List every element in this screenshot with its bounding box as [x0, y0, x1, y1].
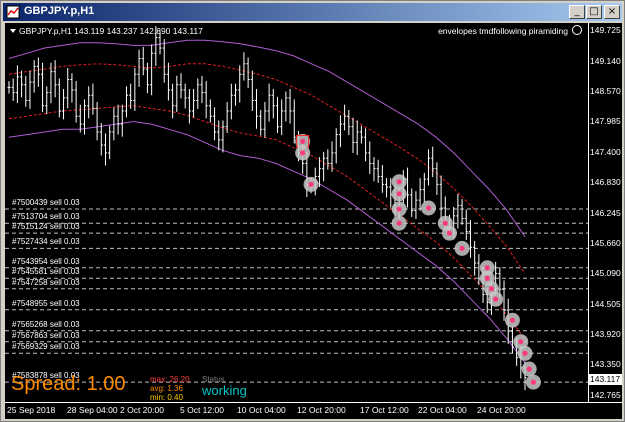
- order-label-11: #7569329 sell 0.03: [12, 342, 80, 352]
- ohlc-values: 143.119 143.237 142.890 143.117: [74, 26, 203, 36]
- current-price-label: 143.117: [589, 374, 622, 385]
- order-label-6: #7545581 sell 0.03: [12, 267, 80, 277]
- price-tick-10: 144.505: [590, 298, 621, 309]
- price-tick-9: 145.090: [590, 268, 621, 279]
- time-label-5: 10 Oct 04:00: [237, 405, 286, 415]
- indicator-name: envelopes tmdfollowing piramiding: [438, 26, 568, 36]
- entry-marker-dot-2: [300, 150, 306, 156]
- time-scale[interactable]: 25 Sep 2018 28 Sep 04:00 2 Oct 20:00 5 Oct …: [5, 402, 622, 419]
- symbol-info: GBPJPY.p,H1 143.119 143.237 142.890 143.…: [19, 26, 203, 36]
- dropdown-arrow-icon[interactable]: [10, 29, 16, 33]
- entry-marker-dot-1: [300, 138, 306, 144]
- entry-marker-dot-17: [518, 339, 524, 345]
- envelope-upper-line: [8, 39, 526, 238]
- chart-canvas[interactable]: [5, 23, 588, 402]
- spread-max: max: 26.20: [150, 375, 190, 384]
- spread-min: min: 0.40: [150, 393, 183, 402]
- order-label-1: #7500439 sell 0.03: [12, 198, 80, 208]
- window-title: GBPJPY.p,H1: [24, 5, 95, 17]
- entry-marker-dot-4: [396, 179, 402, 185]
- time-label-8: 22 Oct 04:00: [418, 405, 467, 415]
- price-tick-4: 147.985: [590, 116, 621, 127]
- order-label-9: #7565268 sell 0.03: [12, 319, 80, 329]
- close-button[interactable]: ×: [604, 5, 620, 19]
- entry-marker-dot-3: [308, 181, 314, 187]
- entry-marker-dot-5: [396, 191, 402, 197]
- entry-marker-dot-8: [425, 205, 432, 211]
- envelope-lower-line: [8, 120, 526, 364]
- order-label-8: #7548955 sell 0.03: [12, 298, 80, 308]
- spread-avg: avg: 1.36: [150, 384, 183, 393]
- chart-window-icon: [6, 5, 20, 19]
- time-label-2: 28 Sep 04:00: [67, 405, 118, 415]
- order-label-10: #7567863 sell 0.03: [12, 330, 80, 340]
- price-tick-1: 149.725: [590, 25, 621, 35]
- price-tick-12: 143.350: [590, 359, 621, 370]
- price-tick-13: 142.765: [590, 390, 621, 400]
- entry-marker-dot-11: [459, 245, 465, 251]
- price-chart[interactable]: GBPJPY.p,H1 143.119 143.237 142.890 143.…: [5, 23, 588, 402]
- entry-marker-dot-10: [446, 230, 453, 236]
- time-label-9: 24 Oct 20:00: [477, 405, 526, 415]
- terminal-window: GBPJPY.p,H1 _ □ × GBPJPY.p,H1 143.119 14…: [0, 0, 625, 422]
- expert-smiley-icon: [572, 25, 582, 35]
- price-tick-8: 145.660: [590, 238, 621, 249]
- price-tick-2: 149.140: [590, 55, 621, 66]
- inner-band-upper-line: [8, 63, 526, 274]
- entry-marker-dot-16: [509, 317, 516, 323]
- order-label-3: #7515124 sell 0.03: [12, 222, 80, 232]
- price-tick-7: 146.245: [590, 207, 621, 218]
- price-tick-6: 146.830: [590, 176, 621, 187]
- entry-marker-dot-6: [396, 206, 402, 212]
- price-scale[interactable]: 149.725 149.140 148.570 147.985 147.400 146.8…: [588, 23, 622, 402]
- order-label-5: #7543954 sell 0.03: [12, 256, 80, 266]
- time-label-7: 17 Oct 12:00: [360, 405, 409, 415]
- order-label-4: #7527434 sell 0.03: [12, 237, 80, 247]
- order-label-7: #7547258 sell 0.03: [12, 277, 80, 287]
- status-value: working: [202, 383, 247, 398]
- entry-marker-dot-13: [484, 275, 490, 281]
- price-tick-5: 147.400: [590, 146, 621, 157]
- entry-marker-dot-18: [522, 350, 528, 356]
- time-label-1: 25 Sep 2018: [7, 405, 56, 415]
- entry-marker-dot-12: [484, 265, 490, 271]
- spread-readout: Spread: 1.00: [11, 373, 126, 395]
- entry-marker-dot-20: [530, 379, 536, 385]
- order-label-2: #7513704 sell 0.03: [12, 212, 80, 222]
- price-tick-11: 143.920: [590, 329, 621, 340]
- time-label-4: 5 Oct 12:00: [180, 405, 224, 415]
- time-label-3: 2 Oct 20:00: [120, 405, 164, 415]
- entry-marker-dot-19: [526, 366, 532, 372]
- entry-marker-dot-9: [442, 220, 448, 226]
- minimize-button[interactable]: _: [569, 5, 585, 19]
- title-bar[interactable]: GBPJPY.p,H1 _ □ ×: [3, 3, 622, 21]
- symbol-name: GBPJPY.p,H1: [19, 26, 72, 36]
- price-tick-3: 148.570: [590, 85, 621, 96]
- entry-marker-dot-7: [396, 220, 402, 226]
- entry-marker-dot-14: [488, 286, 495, 292]
- maximize-button[interactable]: □: [586, 5, 602, 19]
- time-label-6: 12 Oct 20:00: [297, 405, 346, 415]
- entry-marker-dot-15: [493, 296, 499, 302]
